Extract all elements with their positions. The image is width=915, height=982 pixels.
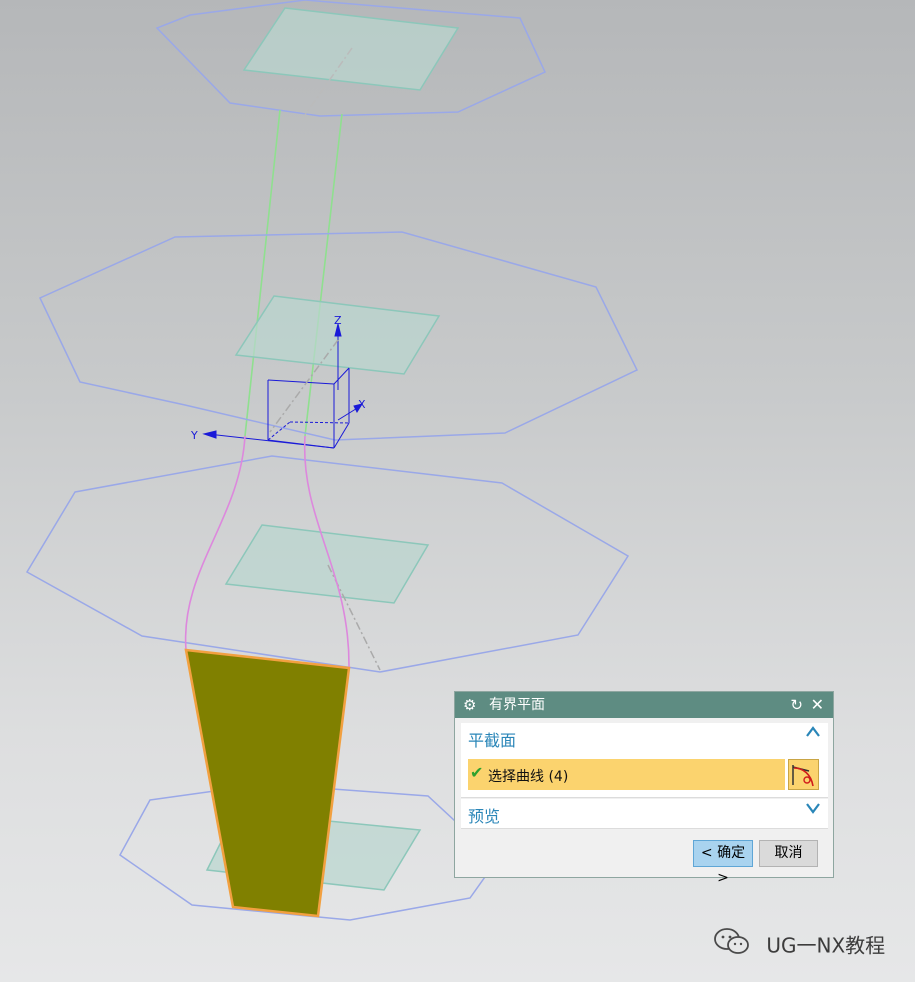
gear-icon[interactable]: ⚙ (463, 692, 476, 718)
watermark-text: UG一NX教程 (766, 933, 886, 958)
cancel-button[interactable]: 取消 (759, 840, 818, 867)
wechat-icon (712, 926, 752, 965)
spline-curve-left (184, 435, 246, 651)
chevron-up-icon[interactable] (804, 725, 822, 747)
curve-select-icon[interactable] (788, 759, 819, 790)
plane-section-header[interactable]: 平截面 (461, 723, 828, 751)
z-axis-label: Z (334, 314, 342, 327)
select-curve-row[interactable]: ✔ 选择曲线 (4) (468, 759, 785, 790)
plane-section-label: 平截面 (468, 731, 517, 750)
y-axis-label: Y (190, 429, 198, 442)
checkmark-icon: ✔ (470, 763, 484, 782)
watermark: UG一NX教程 (712, 926, 885, 958)
ok-button[interactable]: < 确定 > (693, 840, 753, 886)
preview-section-label: 预览 (468, 807, 501, 826)
guide-line-right (304, 113, 343, 437)
x-axis-label: X (358, 398, 366, 411)
select-curve-label: 选择曲线 (4) (488, 769, 569, 785)
dialog-titlebar[interactable]: ⚙ 有界平面 ↻ ✕ (455, 692, 833, 718)
preview-section-header[interactable]: 预览 (461, 799, 828, 827)
reset-icon[interactable]: ↻ (790, 692, 803, 718)
close-icon[interactable]: ✕ (811, 692, 824, 718)
bounded-plane-dialog: ⚙ 有界平面 ↻ ✕ 平截面 ✔ 选择曲线 (4) 预览 < 确定 > 取消 (454, 691, 834, 886)
dialog-title: 有界平面 (489, 697, 545, 713)
guide-line-left (244, 109, 281, 437)
chevron-down-icon[interactable] (804, 801, 822, 823)
plane-section-group: 平截面 ✔ 选择曲线 (4) (461, 723, 828, 798)
datum-plane-3 (224, 524, 430, 604)
preview-section-group: 预览 (461, 799, 828, 829)
